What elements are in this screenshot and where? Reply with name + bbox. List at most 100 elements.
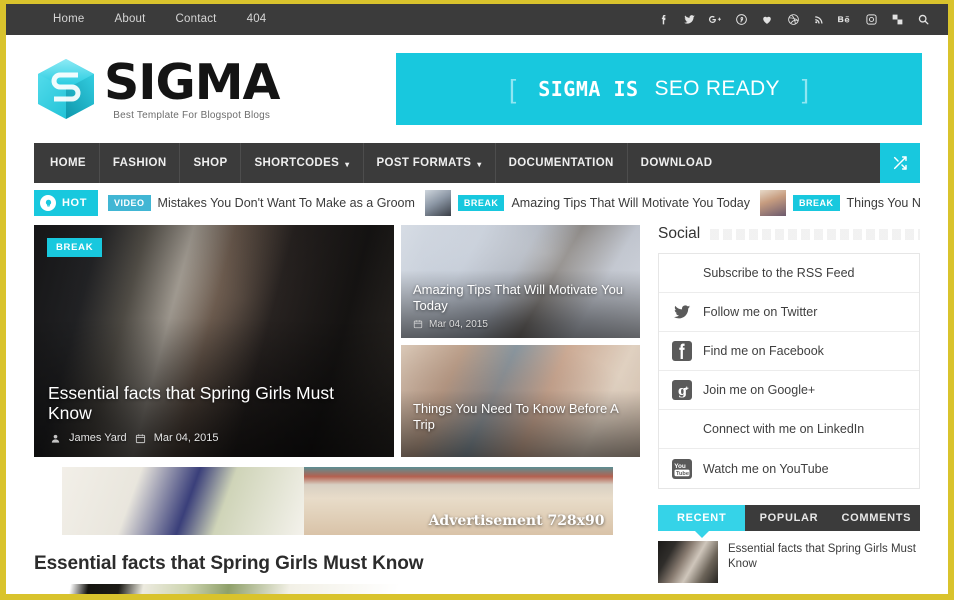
nav-label: FASHION xyxy=(112,157,167,169)
widget-title: Social xyxy=(658,225,701,242)
social-row-youtube[interactable]: You Tube Watch me on YouTube xyxy=(659,449,919,488)
rss-icon[interactable] xyxy=(806,4,832,35)
facebook-icon[interactable] xyxy=(650,4,676,35)
nav-label: HOME xyxy=(50,157,86,169)
sidebar: Social Subscribe to the RSS Feed Follow … xyxy=(658,225,920,594)
tab-recent[interactable]: RECENT xyxy=(658,505,746,538)
header-banner[interactable]: [ SIGMA IS SEO READY ] xyxy=(396,53,922,125)
social-row-label: Subscribe to the RSS Feed xyxy=(703,266,855,280)
ticker-item[interactable]: VIDEO Mistakes You Don't Want To Make as… xyxy=(108,195,415,211)
site-logo[interactable]: SIGMA Best Template For Blogspot Blogs xyxy=(34,57,374,121)
post-title[interactable]: Essential facts that Spring Girls Must K… xyxy=(34,553,640,575)
social-row-label: Watch me on YouTube xyxy=(703,461,829,476)
nav-label: POST FORMATS xyxy=(376,157,472,169)
social-row-label: Connect with me on LinkedIn xyxy=(703,422,865,436)
instagram-icon[interactable] xyxy=(858,4,884,35)
delicious-icon[interactable] xyxy=(884,4,910,35)
banner-strong-text: SIGMA IS xyxy=(538,77,639,101)
nav-item-download[interactable]: DOWNLOAD xyxy=(628,143,726,183)
facebook-icon xyxy=(669,338,695,364)
banner-light-text: SEO READY xyxy=(654,77,780,100)
featured-post-large[interactable]: BREAK Essential facts that Spring Girls … xyxy=(34,225,394,457)
ticker-text: Mistakes You Don't Want To Make as a Gro… xyxy=(157,196,415,210)
social-row-facebook[interactable]: Find me on Facebook xyxy=(659,332,919,371)
title-divider xyxy=(710,228,920,240)
social-row-label: Find me on Facebook xyxy=(703,344,824,358)
nav-item-post-formats[interactable]: POST FORMATS ▾ xyxy=(364,143,496,183)
social-row-linkedin[interactable]: Connect with me on LinkedIn xyxy=(659,410,919,449)
social-row-label: Follow me on Twitter xyxy=(703,305,818,319)
featured-title[interactable]: Essential facts that Spring Girls Must K… xyxy=(48,383,380,423)
site-container: Home About Contact 404 SIGMA Best Templa… xyxy=(6,4,948,594)
topnav-item-contact[interactable]: Contact xyxy=(161,4,232,35)
sigma-cube-icon xyxy=(34,57,98,121)
advertisement-wrapper: Advertisement 728x90 images by bedfordtr… xyxy=(34,467,640,535)
topnav-item-about[interactable]: About xyxy=(99,4,160,35)
social-row-twitter[interactable]: Follow me on Twitter xyxy=(659,293,919,332)
banner-left-bracket: [ xyxy=(508,73,517,104)
top-navigation: Home About Contact 404 xyxy=(38,4,281,35)
heart-icon[interactable] xyxy=(754,4,780,35)
tab-comments[interactable]: COMMENTS xyxy=(833,505,920,531)
topnav-item-404[interactable]: 404 xyxy=(232,4,282,35)
featured-post-small[interactable]: Things You Need To Know Before A Trip xyxy=(401,344,640,457)
social-row-rss[interactable]: Subscribe to the RSS Feed xyxy=(659,254,919,293)
chevron-down-icon: ▾ xyxy=(477,159,482,169)
nav-item-home[interactable]: HOME xyxy=(34,143,100,183)
news-ticker: HOT VIDEO Mistakes You Don't Want To Mak… xyxy=(34,188,920,218)
user-icon xyxy=(50,433,61,444)
calendar-icon xyxy=(135,433,146,444)
calendar-icon xyxy=(413,319,423,329)
tab-popular[interactable]: POPULAR xyxy=(745,505,832,531)
ticker-badge: VIDEO xyxy=(108,195,151,211)
twitter-icon[interactable] xyxy=(676,4,702,35)
featured-title[interactable]: Things You Need To Know Before A Trip xyxy=(413,401,628,433)
nav-item-shortcodes[interactable]: SHORTCODES ▾ xyxy=(241,143,364,183)
svg-text:You: You xyxy=(674,463,686,470)
nav-item-fashion[interactable]: FASHION xyxy=(100,143,181,183)
page-frame: Home About Contact 404 SIGMA Best Templa… xyxy=(0,0,954,600)
nav-item-shop[interactable]: SHOP xyxy=(180,143,242,183)
main-navigation: HOME FASHION SHOP SHORTCODES ▾ POST FORMA… xyxy=(34,143,920,183)
dribbble-icon[interactable] xyxy=(780,4,806,35)
featured-meta: James Yard Mar 04, 2015 xyxy=(50,432,219,444)
logo-wordmark: SIGMA xyxy=(104,53,280,111)
featured-meta: Mar 04, 2015 xyxy=(413,319,488,330)
ad-label: Advertisement 728x90 xyxy=(428,513,605,529)
ad-image-left xyxy=(61,467,304,535)
social-widget-header: Social xyxy=(658,225,920,243)
google-plus-icon[interactable] xyxy=(702,4,728,35)
top-bar: Home About Contact 404 xyxy=(6,4,948,35)
post-image-strip xyxy=(34,584,640,594)
social-links-list: Subscribe to the RSS Feed Follow me on T… xyxy=(658,253,920,489)
ticker-item[interactable]: BREAK Amazing Tips That Will Motivate Yo… xyxy=(424,190,750,216)
ticker-text: Amazing Tips That Will Motivate You Toda… xyxy=(511,196,750,210)
bulb-icon xyxy=(40,195,56,211)
ticker-text: Things You Need To Know Before A Trip xyxy=(846,196,920,210)
recent-posts-list: Essential facts that Spring Girls Must K… xyxy=(658,541,920,583)
nav-label: SHOP xyxy=(193,157,228,169)
featured-author[interactable]: James Yard xyxy=(69,432,127,444)
behance-icon[interactable] xyxy=(832,4,858,35)
search-icon[interactable] xyxy=(910,4,936,35)
advertisement-banner[interactable]: Advertisement 728x90 images by bedfordtr… xyxy=(61,467,613,535)
topnav-item-home[interactable]: Home xyxy=(38,4,99,35)
nav-label: DOWNLOAD xyxy=(640,157,713,169)
pinterest-icon[interactable] xyxy=(728,4,754,35)
featured-title[interactable]: Amazing Tips That Will Motivate You Toda… xyxy=(413,282,628,314)
ticker-item[interactable]: BREAK Things You Need To Know Before A T… xyxy=(760,190,920,216)
recent-post-title[interactable]: Essential facts that Spring Girls Must K… xyxy=(728,541,920,572)
svg-text:Tube: Tube xyxy=(676,470,689,476)
chevron-down-icon: ▾ xyxy=(345,159,350,169)
shuffle-icon[interactable] xyxy=(880,143,920,183)
list-item[interactable]: Essential facts that Spring Girls Must K… xyxy=(658,541,920,583)
category-badge[interactable]: BREAK xyxy=(47,238,103,257)
google-plus-icon: g xyxy=(669,377,695,403)
ticker-thumbnail xyxy=(424,190,451,216)
social-row-googleplus[interactable]: g Join me on Google+ xyxy=(659,371,919,410)
nav-item-documentation[interactable]: DOCUMENTATION xyxy=(496,143,628,183)
top-social-icons xyxy=(650,4,936,35)
sidebar-tabs: RECENT POPULAR COMMENTS xyxy=(658,505,920,538)
featured-post-small[interactable]: Amazing Tips That Will Motivate You Toda… xyxy=(401,225,640,338)
featured-grid: BREAK Essential facts that Spring Girls … xyxy=(34,225,640,457)
